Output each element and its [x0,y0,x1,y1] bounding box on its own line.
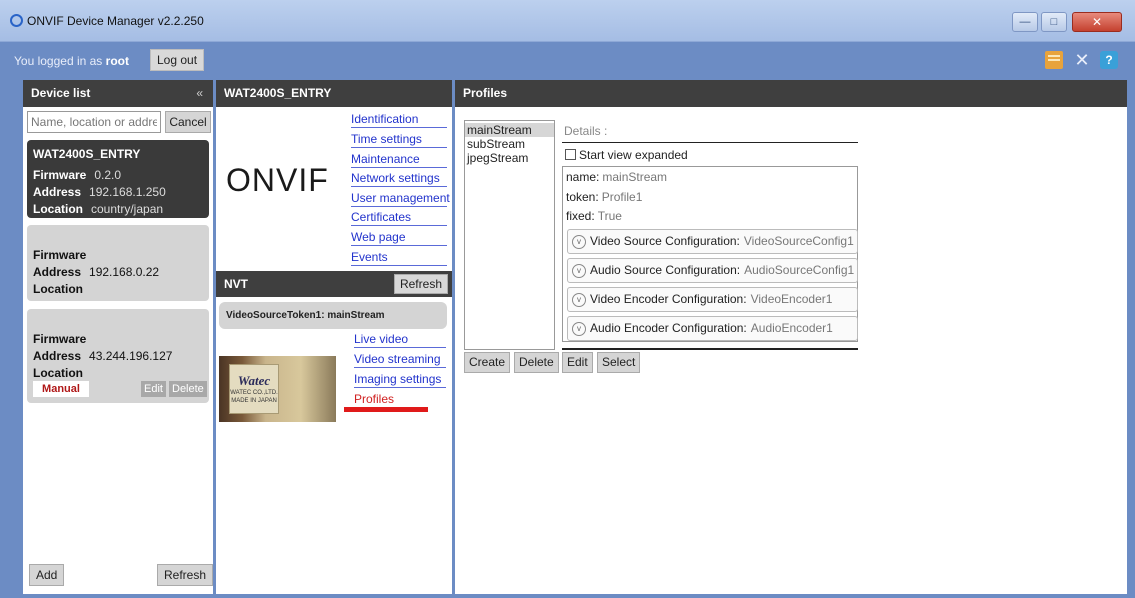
username: root [105,54,129,68]
window-title: ONVIF Device Manager v2.2.250 [27,14,204,28]
search-input[interactable] [27,111,161,133]
chevron-down-icon[interactable]: v [572,293,586,307]
nvt-live-video[interactable]: Live video [354,332,446,348]
menu-user-management[interactable]: User management [351,191,450,207]
profile-item[interactable]: subStream [465,137,554,151]
maximize-button[interactable]: □ [1041,12,1067,32]
top-bar: You logged in as root Log out ✕ ? [0,42,1135,78]
menu-maintenance[interactable]: Maintenance [351,152,447,168]
device-item[interactable]: Firmware Address 43.244.196.127 Location … [27,309,209,403]
menu-web-page[interactable]: Web page [351,230,447,246]
menu-certificates[interactable]: Certificates [351,210,447,226]
profiles-panel: Profiles mainStream subStream jpegStream… [455,80,1127,594]
chevron-down-icon[interactable]: v [572,235,586,249]
device-panel: WAT2400S_ENTRY ONVIF Identification Time… [216,80,452,594]
refresh-devices-button[interactable]: Refresh [157,564,214,586]
device-name: WAT2400S_ENTRY [33,147,141,161]
thumbnail-plate: Watec WATEC CO.,LTD. MADE IN JAPAN [229,364,279,414]
device-panel-header: WAT2400S_ENTRY [216,80,452,107]
close-button[interactable]: ✕ [1072,12,1122,32]
app-logo-icon [10,14,23,27]
device-list-panel: Device list « Cancel WAT2400S_ENTRY Firm… [23,80,214,594]
help-icon[interactable]: ? [1100,51,1118,69]
chevron-down-icon[interactable]: v [572,322,586,336]
nvt-imaging-settings[interactable]: Imaging settings [354,372,446,388]
nvt-header: NVT Refresh [216,271,452,297]
edit-profile-button[interactable]: Edit [562,352,593,373]
create-profile-button[interactable]: Create [464,352,511,373]
logout-button[interactable]: Log out [150,49,205,71]
details-label: Details : [564,124,608,138]
minimize-button[interactable]: — [1012,12,1038,32]
profile-name-row: name: mainStream [566,170,668,184]
search-row: Cancel [27,111,211,133]
profile-item[interactable]: mainStream [465,123,554,137]
details-divider [562,142,858,143]
start-expanded-checkbox[interactable]: Start view expanded [565,148,688,162]
profile-details: name: mainStream token: Profile1 fixed: Tru… [562,166,858,342]
profile-fixed-row: fixed: True [566,209,622,223]
video-thumbnail[interactable]: Watec WATEC CO.,LTD. MADE IN JAPAN [219,356,336,422]
video-source-config-row[interactable]: v Video Source Configuration: VideoSourceC… [567,229,858,254]
collapse-icon[interactable]: « [196,80,203,107]
audio-source-config-row[interactable]: v Audio Source Configuration: AudioSourceC… [567,258,858,283]
actions-divider [562,348,858,350]
profile-token-row: token: Profile1 [566,190,643,204]
nvt-profiles[interactable]: Profiles [344,392,428,412]
menu-identification[interactable]: Identification [351,112,447,128]
menu-network-settings[interactable]: Network settings [351,171,447,187]
device-list-header: Device list « [23,80,213,107]
cancel-button[interactable]: Cancel [165,111,211,133]
checkbox-icon[interactable] [565,149,576,160]
manual-badge: Manual [33,381,89,397]
profiles-header: Profiles [455,80,1127,107]
select-profile-button[interactable]: Select [597,352,641,373]
video-source-tab[interactable]: VideoSourceToken1: mainStream [219,302,447,329]
menu-time-settings[interactable]: Time settings [351,132,447,148]
menu-events[interactable]: Events [351,250,447,266]
delete-profile-button[interactable]: Delete [514,352,559,373]
video-encoder-config-row[interactable]: v Video Encoder Configuration: VideoEncode… [567,287,858,312]
device-item[interactable]: Firmware Address 192.168.0.22 Location [27,225,209,301]
delete-device-button[interactable]: Delete [169,381,207,397]
profile-item[interactable]: jpegStream [465,151,554,165]
audio-encoder-config-row[interactable]: v Audio Encoder Configuration: AudioEncode… [567,316,858,341]
title-bar: ONVIF Device Manager v2.2.250 — □ ✕ [0,0,1135,42]
profile-list: mainStream subStream jpegStream [464,120,555,350]
chevron-down-icon[interactable]: v [572,264,586,278]
log-icon[interactable] [1045,51,1063,69]
onvif-logo: ONVIF [226,162,329,198]
tools-icon[interactable]: ✕ [1073,51,1091,69]
login-status: You logged in as root [14,54,129,68]
nvt-refresh-button[interactable]: Refresh [393,274,448,294]
device-item[interactable]: WAT2400S_ENTRY Firmware 0.2.0 Address 192.… [27,140,209,218]
add-device-button[interactable]: Add [29,564,65,586]
nvt-video-streaming[interactable]: Video streaming [354,352,446,368]
edit-device-button[interactable]: Edit [141,381,166,397]
